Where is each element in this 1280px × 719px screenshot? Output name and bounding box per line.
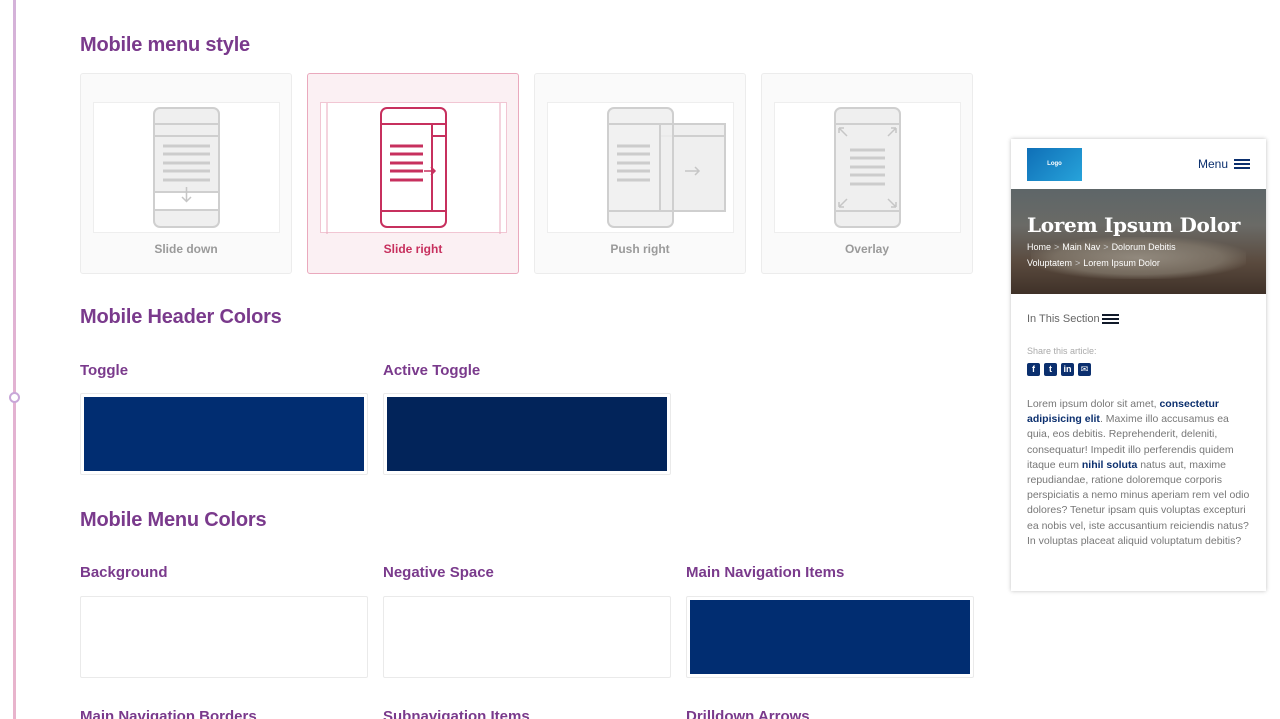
in-this-section-toggle[interactable]: In This Section (1027, 313, 1119, 325)
negative-space-label: Negative Space (383, 564, 494, 581)
slide-right-preview (320, 102, 507, 234)
main-navigation-borders-label: Main Navigation Borders (80, 708, 257, 719)
active-toggle-label: Active Toggle (383, 362, 481, 379)
mobile-menu-style-heading: Mobile menu style (80, 34, 250, 56)
body-text-segment: Lorem ipsum dolor sit amet, (1027, 398, 1160, 410)
preview-menu-button[interactable]: Menu (1198, 157, 1250, 171)
breadcrumb-separator: > (1075, 258, 1081, 268)
active-toggle-color-fill (387, 397, 667, 471)
subnavigation-items-label: Subnavigation Items (383, 708, 530, 719)
background-color-fill (84, 600, 364, 674)
breadcrumb-separator: > (1054, 242, 1060, 252)
mobile-header-colors-heading: Mobile Header Colors (80, 306, 282, 328)
preview-hero: Lorem Ipsum Dolor Home > Main Nav > Dolorum … (1011, 189, 1266, 294)
breadcrumb-item[interactable]: Home (1027, 242, 1051, 252)
preview-header: Logo Menu (1011, 139, 1266, 189)
preview-breadcrumb: Home > Main Nav > Dolorum Debitis Voluptatem… (1027, 239, 1247, 271)
preview-hero-title: Lorem Ipsum Dolor (1027, 213, 1241, 237)
drilldown-arrows-label: Drilldown Arrows (686, 708, 810, 719)
toggle-color-swatch[interactable] (80, 393, 368, 475)
menu-style-slide-down[interactable]: Slide down (80, 73, 292, 274)
breadcrumb-item[interactable]: Main Nav (1062, 242, 1100, 252)
push-right-icon (607, 107, 726, 228)
body-link[interactable]: nihil soluta (1082, 459, 1137, 471)
toggle-label: Toggle (80, 362, 129, 379)
mobile-preview: Logo Menu Lorem Ipsum Dolor Home > Main Na… (1011, 139, 1266, 591)
slide-right-label: Slide right (383, 242, 443, 256)
hamburger-icon (1234, 158, 1250, 170)
negative-space-color-swatch[interactable] (383, 596, 671, 678)
background-label: Background (80, 564, 168, 581)
active-toggle-color-swatch[interactable] (383, 393, 671, 475)
body-text-segment: natus aut, maxime repudiandae, ratione d… (1027, 458, 1250, 547)
main-navigation-items-color-fill (690, 600, 970, 674)
breadcrumb-separator: > (1103, 242, 1109, 252)
main-navigation-items-label: Main Navigation Items (686, 564, 845, 581)
share-label: Share this article: (1027, 346, 1097, 356)
facebook-icon[interactable]: f (1027, 363, 1040, 376)
timeline-line (13, 0, 16, 719)
menu-style-slide-right[interactable]: Slide right (307, 73, 519, 274)
mobile-menu-colors-heading: Mobile Menu Colors (80, 509, 267, 531)
slide-down-preview (93, 102, 280, 233)
linkedin-icon[interactable]: in (1061, 363, 1074, 376)
preview-body-text: Lorem ipsum dolor sit amet, consectetur … (1027, 397, 1252, 549)
push-right-preview (547, 102, 734, 233)
push-right-label: Push right (610, 242, 670, 256)
share-icons: f t in ✉ (1027, 363, 1091, 376)
hamburger-icon (1101, 313, 1119, 325)
slide-down-label: Slide down (154, 242, 218, 256)
slide-down-icon (153, 107, 220, 228)
email-icon[interactable]: ✉ (1078, 363, 1091, 376)
slide-right-icon (326, 103, 501, 234)
menu-style-overlay[interactable]: Overlay (761, 73, 973, 274)
preview-logo: Logo (1027, 148, 1082, 181)
overlay-icon (834, 107, 901, 228)
breadcrumb-item: Lorem Ipsum Dolor (1083, 258, 1160, 268)
main-navigation-items-color-swatch[interactable] (686, 596, 974, 678)
twitter-icon[interactable]: t (1044, 363, 1057, 376)
timeline-node (9, 392, 20, 403)
toggle-color-fill (84, 397, 364, 471)
background-color-swatch[interactable] (80, 596, 368, 678)
negative-space-color-fill (387, 600, 667, 674)
overlay-preview (774, 102, 961, 233)
preview-menu-label: Menu (1197, 157, 1228, 171)
in-this-section-label: In This Section (1027, 313, 1100, 325)
menu-style-push-right[interactable]: Push right (534, 73, 746, 274)
overlay-label: Overlay (844, 242, 890, 256)
